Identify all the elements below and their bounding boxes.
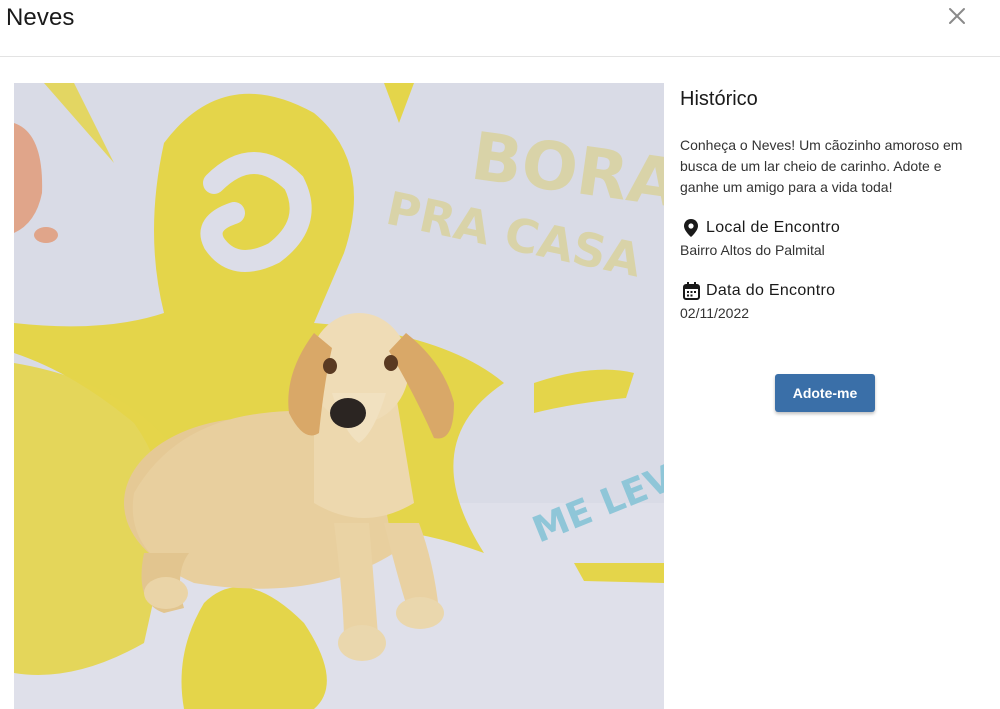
date-label: Data do Encontro xyxy=(706,282,836,299)
close-button[interactable] xyxy=(944,5,970,31)
map-pin-icon xyxy=(682,219,700,237)
pet-description: Conheça o Neves! Um cãozinho amoroso em … xyxy=(680,137,963,195)
location-label-row: Local de Encontro xyxy=(680,215,980,241)
location-label: Local de Encontro xyxy=(706,219,841,236)
dog-photo: BORA PRA CASA ME LEVA xyxy=(14,83,664,709)
dog-photo-illustration: BORA PRA CASA ME LEVA xyxy=(14,83,664,709)
close-icon[interactable] xyxy=(948,7,966,30)
location-value: Bairro Altos do Palmital xyxy=(680,242,825,258)
adopt-button[interactable]: Adote-me xyxy=(775,374,875,412)
date-value: 02/11/2022 xyxy=(680,305,750,321)
date-label-row: Data do Encontro xyxy=(680,278,980,304)
details-panel: Histórico Conheça o Neves! Um cãozinho a… xyxy=(680,88,980,341)
modal-title: Neves xyxy=(6,4,75,31)
section-title-historico: Histórico xyxy=(680,88,758,110)
calendar-icon xyxy=(682,282,700,300)
modal-header: Neves xyxy=(0,0,1000,57)
